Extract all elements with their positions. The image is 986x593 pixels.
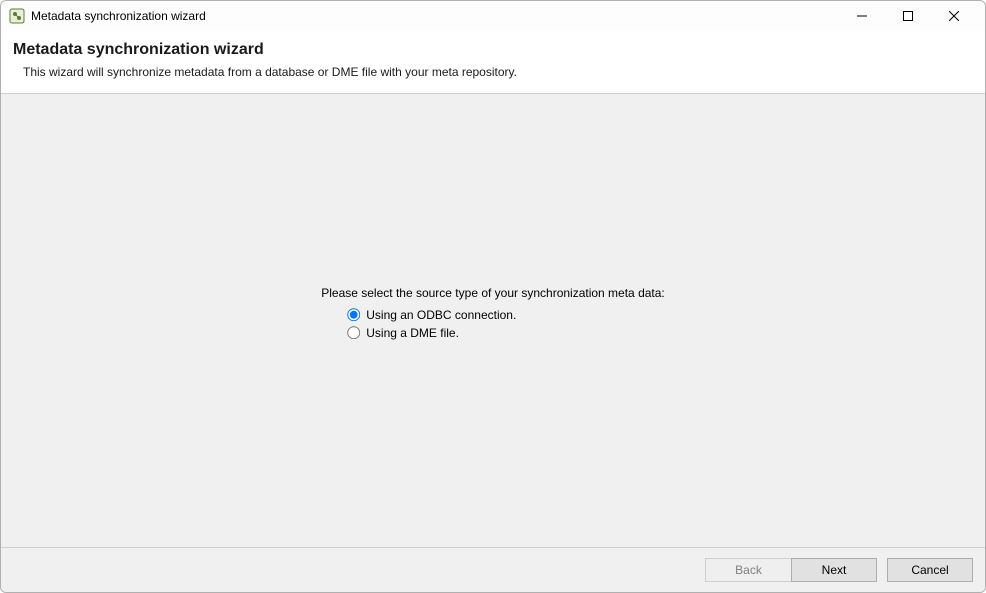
odbc-radio-label[interactable]: Using an ODBC connection. — [366, 308, 516, 322]
prompt-label: Please select the source type of your sy… — [321, 286, 665, 300]
page-description: This wizard will synchronize metadata fr… — [13, 65, 973, 79]
minimize-button[interactable] — [839, 1, 885, 31]
maximize-button[interactable] — [885, 1, 931, 31]
nav-button-pair: Back Next — [705, 558, 877, 582]
source-type-prompt: Please select the source type of your sy… — [321, 286, 665, 344]
app-icon — [9, 8, 25, 24]
next-button[interactable]: Next — [791, 558, 877, 582]
cancel-button[interactable]: Cancel — [887, 558, 973, 582]
window-title: Metadata synchronization wizard — [31, 9, 206, 23]
wizard-header: Metadata synchronization wizard This wiz… — [1, 31, 985, 94]
window-controls — [839, 1, 977, 31]
radio-option-odbc: Using an ODBC connection. — [347, 308, 665, 322]
wizard-footer: Back Next Cancel — [1, 547, 985, 592]
radio-option-dme: Using a DME file. — [347, 326, 665, 340]
dme-radio[interactable] — [347, 326, 360, 339]
dme-radio-label[interactable]: Using a DME file. — [366, 326, 459, 340]
page-title: Metadata synchronization wizard — [13, 41, 973, 59]
wizard-window: Metadata synchronization wizard Metadata… — [0, 0, 986, 593]
source-type-radio-group: Using an ODBC connection. Using a DME fi… — [321, 308, 665, 340]
wizard-content: Please select the source type of your sy… — [1, 94, 985, 547]
close-button[interactable] — [931, 1, 977, 31]
titlebar: Metadata synchronization wizard — [1, 1, 985, 31]
odbc-radio[interactable] — [347, 308, 360, 321]
back-button: Back — [705, 558, 791, 582]
